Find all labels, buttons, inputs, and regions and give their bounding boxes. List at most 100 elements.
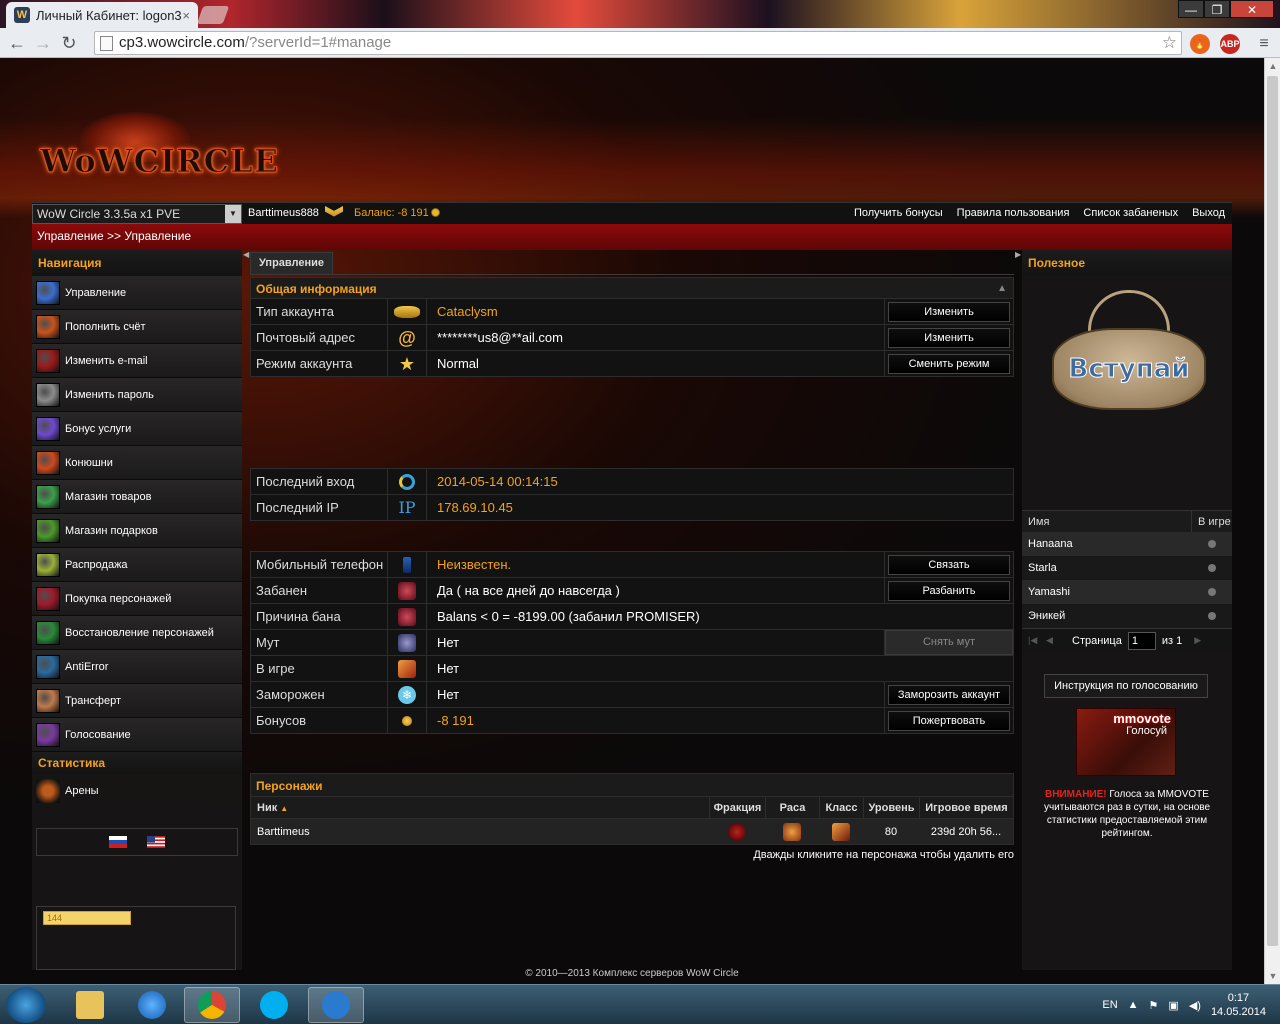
nav-item[interactable]: AntiError: [32, 650, 242, 684]
nav-item[interactable]: Магазин товаров: [32, 480, 242, 514]
tray-expand-icon[interactable]: ▲: [1128, 999, 1139, 1011]
chevron-down-icon[interactable]: ▼: [225, 205, 241, 223]
scroll-up-icon[interactable]: ▲: [1265, 58, 1280, 74]
minimize-icon[interactable]: —: [1178, 0, 1204, 18]
page-scrollbar[interactable]: ▲ ▼: [1264, 58, 1280, 984]
col-ingame[interactable]: В игре: [1192, 511, 1232, 532]
nav-item[interactable]: Покупка персонажей: [32, 582, 242, 616]
online-player-row[interactable]: Yamashi: [1022, 580, 1232, 604]
faction-cell: [709, 819, 765, 844]
nav-item[interactable]: Распродажа: [32, 548, 242, 582]
info-icon-cell: [387, 552, 427, 577]
vote-instructions-button[interactable]: Инструкция по голосованию: [1044, 674, 1208, 698]
chrome-menu-icon[interactable]: ≡: [1254, 34, 1274, 54]
character-row[interactable]: Barttimeus 80 239d 20h 56...: [250, 819, 1014, 845]
vk-join-banner[interactable]: Вступай: [1052, 284, 1206, 416]
next-page-icon[interactable]: ▶: [1194, 635, 1206, 646]
forward-arrow-icon[interactable]: →: [30, 30, 56, 56]
col-playtime[interactable]: Игровое время: [919, 797, 1013, 818]
bookmark-star-icon[interactable]: ☆: [1162, 32, 1177, 54]
prev-page-icon[interactable]: ◀: [1046, 635, 1058, 646]
windows-start-icon[interactable]: [6, 987, 46, 1023]
fire-extension-icon[interactable]: 🔥: [1190, 34, 1210, 54]
us-flag-icon[interactable]: [147, 836, 165, 848]
language-indicator[interactable]: EN: [1102, 999, 1117, 1011]
banned-list-link[interactable]: Список забаненых: [1083, 207, 1178, 219]
stats-item[interactable]: Арены: [32, 774, 242, 808]
info-value: Cataclysm: [437, 304, 498, 319]
collapse-icon[interactable]: ▲: [997, 278, 1007, 300]
rules-link[interactable]: Правила пользования: [957, 207, 1070, 219]
tab-close-icon[interactable]: ×: [182, 8, 190, 23]
taskbar-launcher[interactable]: [308, 987, 364, 1023]
browser-tab[interactable]: W Личный Кабинет: logon3 ×: [6, 2, 198, 28]
get-bonus-link[interactable]: Получить бонусы: [854, 207, 943, 219]
nav-item[interactable]: Трансферт: [32, 684, 242, 718]
nav-item-label: AntiError: [65, 660, 109, 673]
nav-item[interactable]: Восстановление персонажей: [32, 616, 242, 650]
maximize-icon[interactable]: ❐: [1204, 0, 1230, 18]
col-faction[interactable]: Фракция: [709, 797, 765, 818]
wowcircle-logo[interactable]: WoWCIRCLE: [40, 112, 279, 182]
col-race[interactable]: Раса: [765, 797, 819, 818]
volume-icon[interactable]: ◀): [1189, 999, 1201, 1012]
characters-table-header: Ник ▲ Фракция Раса Класс Уровень Игровое…: [250, 797, 1014, 819]
info-label: Причина бана: [250, 604, 387, 629]
col-nick[interactable]: Ник ▲: [251, 797, 709, 818]
action-button[interactable]: Изменить: [888, 301, 1010, 322]
action-center-flag-icon[interactable]: ⚑: [1149, 999, 1159, 1012]
window-close-icon[interactable]: ✕: [1230, 0, 1274, 18]
info-row: Почтовый адрес @ ********us8@**ail.com Изме…: [250, 325, 1014, 351]
taskbar-chrome[interactable]: [184, 987, 240, 1023]
info-label: Бонусов: [250, 708, 387, 733]
online-player-row[interactable]: Starla: [1022, 556, 1232, 580]
nav-item[interactable]: Магазин подарков: [32, 514, 242, 548]
nav-item[interactable]: Изменить e-mail: [32, 344, 242, 378]
action-button[interactable]: Пожертвовать: [888, 710, 1010, 731]
clock-time: 0:17: [1227, 992, 1250, 1004]
clock[interactable]: 0:17 14.05.2014: [1211, 991, 1266, 1019]
new-tab-button[interactable]: [196, 6, 230, 24]
counter-badge[interactable]: 144: [43, 911, 131, 925]
taskbar-ie[interactable]: [124, 987, 180, 1023]
nav-item[interactable]: Конюшни: [32, 446, 242, 480]
nav-item[interactable]: Голосование: [32, 718, 242, 752]
scroll-thumb[interactable]: [1267, 76, 1278, 946]
action-button[interactable]: Связать: [888, 554, 1010, 575]
col-class[interactable]: Класс: [819, 797, 863, 818]
col-level[interactable]: Уровень: [863, 797, 919, 818]
page-input[interactable]: [1127, 631, 1156, 650]
col-name[interactable]: Имя: [1022, 511, 1192, 532]
taskbar-skype[interactable]: [246, 987, 302, 1023]
action-cell: Сменить режим: [884, 351, 1014, 376]
tab-manage[interactable]: Управление: [250, 252, 334, 274]
scroll-down-icon[interactable]: ▼: [1265, 968, 1280, 984]
ip-icon: IP: [398, 497, 416, 517]
nav-item[interactable]: Управление: [32, 276, 242, 310]
reload-icon[interactable]: ↻: [56, 30, 82, 56]
action-button[interactable]: Заморозить аккаунт: [888, 684, 1010, 705]
action-button[interactable]: Изменить: [888, 327, 1010, 348]
info-row: Мут Нет Снять мут: [250, 630, 1014, 656]
online-player-row[interactable]: Hanaana: [1022, 532, 1232, 556]
action-button[interactable]: Снять мут: [885, 630, 1013, 655]
nav-item[interactable]: Изменить пароль: [32, 378, 242, 412]
info-row: Забанен Да ( на все дней до навсегда ) Раз…: [250, 578, 1014, 604]
adblock-extension-icon[interactable]: ABP: [1220, 34, 1240, 54]
collapse-right-icon[interactable]: ▶: [1015, 250, 1021, 268]
russian-flag-icon[interactable]: [109, 836, 127, 848]
taskbar-explorer[interactable]: [62, 987, 118, 1023]
network-icon[interactable]: ▣: [1168, 999, 1178, 1012]
action-button[interactable]: Сменить режим: [888, 353, 1010, 374]
nav-item[interactable]: Пополнить счёт: [32, 310, 242, 344]
nav-item[interactable]: Бонус услуги: [32, 412, 242, 446]
collapse-left-icon[interactable]: ◀: [243, 250, 249, 268]
online-player-row[interactable]: Эникей: [1022, 604, 1232, 628]
realm-select[interactable]: WoW Circle 3.3.5a x1 PVE ▼: [32, 204, 242, 224]
action-button[interactable]: Разбанить: [888, 580, 1010, 601]
mmovote-banner[interactable]: mmovote Голосуй: [1076, 708, 1176, 776]
back-arrow-icon[interactable]: ←: [4, 30, 30, 56]
logout-link[interactable]: Выход: [1192, 207, 1225, 219]
first-page-icon[interactable]: |◀: [1028, 635, 1040, 646]
address-bar[interactable]: cp3.wowcircle.com/?serverId=1#manage ☆: [94, 31, 1182, 55]
